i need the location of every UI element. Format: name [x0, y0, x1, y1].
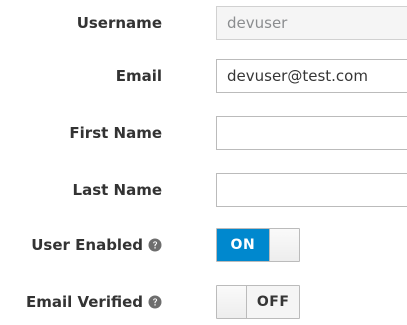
question-circle-icon[interactable] — [148, 238, 162, 252]
username-input[interactable] — [216, 6, 407, 40]
toggle-knob — [268, 229, 299, 261]
toggle-on-label: ON — [217, 229, 269, 261]
first-name-input[interactable] — [216, 116, 407, 150]
email-input[interactable] — [216, 59, 407, 93]
email-verified-label: Email Verified — [25, 293, 143, 311]
last-name-label: Last Name — [72, 181, 162, 199]
user-enabled-row: User Enabled ON — [0, 228, 407, 262]
email-verified-row: Email Verified OFF — [0, 285, 407, 319]
user-enabled-label: User Enabled — [31, 236, 143, 254]
first-name-row: First Name — [0, 116, 407, 150]
toggle-off-label: OFF — [247, 286, 299, 318]
question-circle-icon[interactable] — [148, 295, 162, 309]
username-label: Username — [76, 14, 162, 32]
email-row: Email — [0, 59, 407, 93]
first-name-label: First Name — [69, 124, 162, 142]
last-name-row: Last Name — [0, 173, 407, 207]
user-enabled-toggle[interactable]: ON — [216, 228, 300, 262]
email-verified-label-group: Email Verified — [26, 293, 162, 311]
username-row: Username — [0, 6, 407, 40]
email-verified-toggle[interactable]: OFF — [216, 285, 300, 319]
user-enabled-label-group: User Enabled — [31, 236, 162, 254]
toggle-knob — [217, 286, 248, 318]
last-name-input[interactable] — [216, 173, 407, 207]
email-label: Email — [115, 67, 162, 85]
